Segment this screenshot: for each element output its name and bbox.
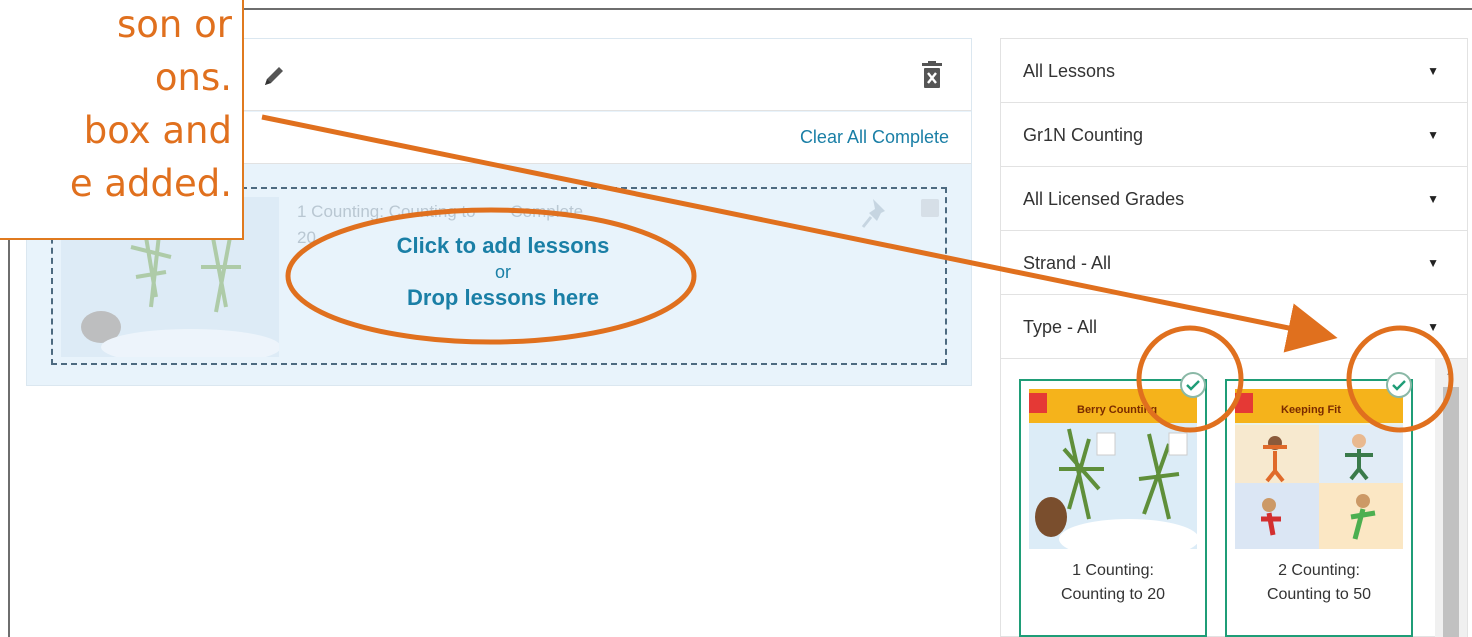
scrollbar-thumb[interactable] <box>1443 387 1459 637</box>
check-circle-icon[interactable] <box>1385 371 1413 399</box>
caret-down-icon: ▼ <box>1427 64 1439 78</box>
caret-down-icon: ▼ <box>1427 128 1439 142</box>
lesson-caption-line1: 1 Counting: <box>1072 562 1154 579</box>
lesson-card[interactable]: Keeping Fit 2 Counting: Counting to 50 <box>1225 372 1413 637</box>
thumb-title: Keeping Fit <box>1281 404 1341 416</box>
trash-icon[interactable] <box>921 61 943 89</box>
filter-type-value: Type - All <box>1023 317 1098 337</box>
ghost-lesson-title: 1 Counting: Counting to <box>297 202 476 221</box>
drop-zone-message[interactable]: Click to add lessons or Drop lessons her… <box>313 231 693 313</box>
filter-unit-value: Gr1N Counting <box>1023 125 1144 145</box>
drop-lessons-label: Drop lessons here <box>407 285 599 310</box>
lesson-card-grid: Berry Counting 1 Counting: Counting to 2… <box>1000 358 1468 637</box>
callout-text: son or ons. box and e added. <box>0 0 232 210</box>
check-circle-icon[interactable] <box>1179 371 1207 399</box>
instruction-callout: son or ons. box and e added. <box>0 0 244 240</box>
filter-grades-select[interactable]: All Licensed Grades ▼ <box>1000 166 1468 230</box>
filter-type-select[interactable]: Type - All ▼ <box>1000 294 1468 358</box>
filter-grades-value: All Licensed Grades <box>1023 189 1185 209</box>
lesson-caption-line1: 2 Counting: <box>1278 562 1360 579</box>
ghost-remove-icon[interactable] <box>921 199 939 217</box>
pencil-icon[interactable] <box>259 61 289 91</box>
caret-down-icon: ▼ <box>1427 256 1439 270</box>
filter-lessons-select[interactable]: All Lessons ▼ <box>1000 38 1468 102</box>
callout-line: box and <box>83 109 232 152</box>
caret-down-icon: ▼ <box>1427 192 1439 206</box>
callout-line: son or <box>117 3 232 46</box>
caret-down-icon: ▼ <box>1427 320 1439 334</box>
filter-lessons-value: All Lessons <box>1023 61 1116 81</box>
scroll-up-icon[interactable]: ▲ <box>1445 367 1455 378</box>
lesson-thumbnail: Berry Counting <box>1029 389 1197 549</box>
thumb-title: Berry Counting <box>1077 404 1157 416</box>
clear-all-complete-link[interactable]: Clear All Complete <box>800 127 949 148</box>
ghost-lesson-status: Complete <box>510 202 584 221</box>
callout-line: e added. <box>69 162 232 205</box>
lesson-thumbnail: Keeping Fit <box>1235 389 1403 549</box>
lesson-card[interactable]: Berry Counting 1 Counting: Counting to 2… <box>1019 372 1207 637</box>
filter-strand-value: Strand - All <box>1023 253 1112 273</box>
pin-icon[interactable] <box>859 195 895 231</box>
lesson-caption-line2: Counting to 20 <box>1060 586 1166 603</box>
lesson-caption: 2 Counting: Counting to 50 <box>1227 559 1411 607</box>
lesson-caption: 1 Counting: Counting to 20 <box>1021 559 1205 607</box>
callout-line: ons. <box>154 56 232 99</box>
filter-unit-select[interactable]: Gr1N Counting ▼ <box>1000 102 1468 166</box>
filter-strand-select[interactable]: Strand - All ▼ <box>1000 230 1468 294</box>
or-label: or <box>494 262 511 282</box>
click-to-add-label: Click to add lessons <box>396 233 610 258</box>
lesson-grid-scrollbar[interactable]: ▲ <box>1435 359 1467 637</box>
lesson-filters: All Lessons ▼ Gr1N Counting ▼ All Licens… <box>1000 38 1468 358</box>
lesson-caption-line2: Counting to 50 <box>1266 586 1372 603</box>
